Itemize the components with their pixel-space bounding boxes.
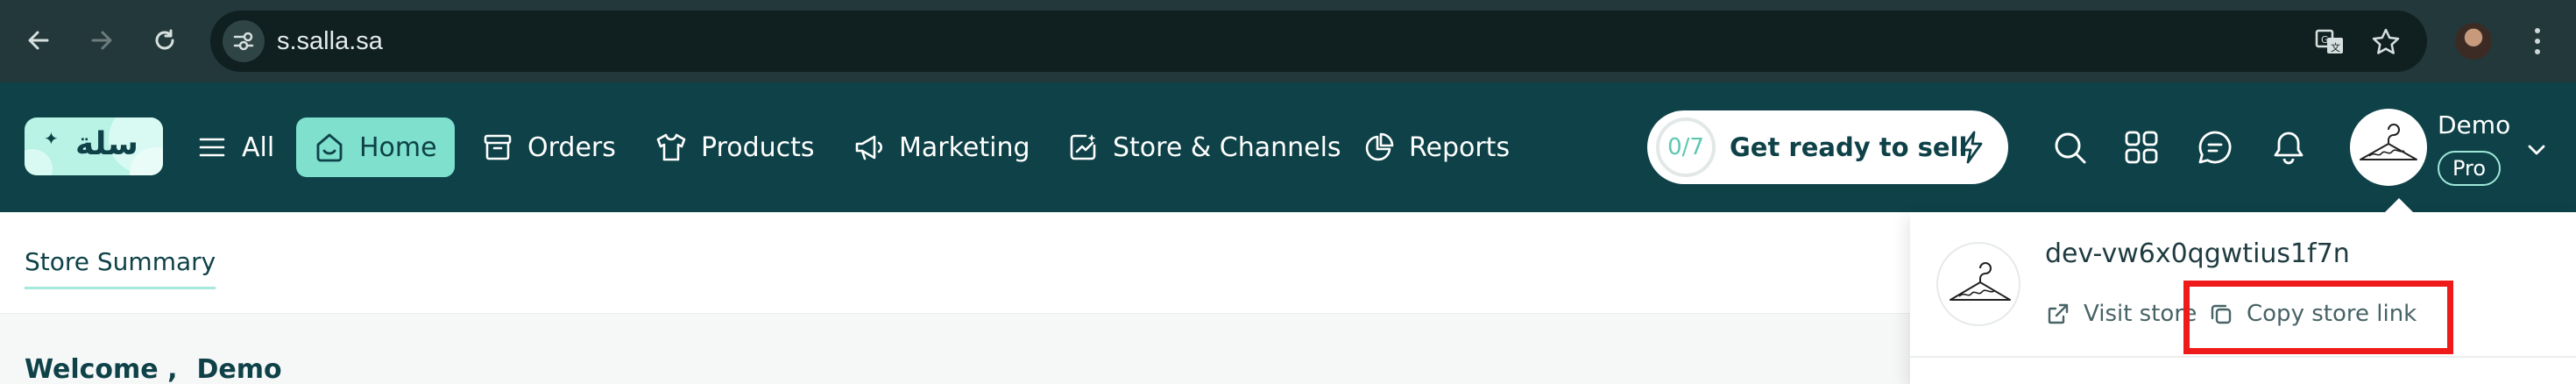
reload-icon[interactable]: [144, 19, 186, 61]
salla-logo[interactable]: ✦ سلة: [25, 117, 163, 175]
visit-store-label: Visit store: [2084, 301, 2197, 327]
store-name: dev-vw6x0qgwtius1f7n: [2045, 238, 2350, 269]
nav-store-channels[interactable]: Store & Channels: [1065, 117, 1341, 177]
hamburger-icon: [195, 130, 230, 165]
logo-text: سلة: [75, 126, 138, 162]
nav-reports[interactable]: Reports: [1362, 117, 1510, 177]
account-name[interactable]: Demo: [2438, 110, 2510, 139]
welcome-user-name: Demo: [196, 354, 282, 384]
store-logo: [1936, 242, 2020, 326]
setup-progress-ring: 0/7: [1656, 117, 1716, 177]
sparkle-icon: ✦: [44, 130, 59, 149]
get-ready-to-sell-button[interactable]: 0/7 Get ready to sell: [1647, 110, 2008, 184]
bookmark-star-icon[interactable]: [2371, 27, 2401, 57]
store-channels-icon: [1065, 130, 1100, 165]
forward-arrow-icon[interactable]: [81, 19, 123, 61]
store-avatar[interactable]: [2350, 109, 2427, 186]
pie-chart-icon: [1362, 130, 1397, 165]
address-bar[interactable]: s.salla.sa G文: [210, 11, 2427, 72]
setup-progress-text: 0/7: [1667, 134, 1704, 160]
nav-marketing-label: Marketing: [899, 132, 1030, 163]
kebab-menu-icon[interactable]: [2527, 21, 2548, 61]
home-icon: [312, 130, 347, 165]
chevron-down-icon[interactable]: [2523, 137, 2550, 163]
nav-all-label: All: [242, 132, 275, 163]
nav-all[interactable]: All: [195, 117, 274, 177]
profile-avatar[interactable]: [2455, 23, 2492, 60]
svg-text:文: 文: [2331, 41, 2340, 53]
external-link-icon: [2045, 301, 2071, 327]
nav-orders-label: Orders: [527, 132, 616, 163]
svg-text:G: G: [2321, 34, 2329, 46]
dropdown-pointer: [2385, 198, 2413, 212]
lightning-bolt-icon: [1960, 131, 1983, 164]
get-ready-label: Get ready to sell: [1730, 132, 1968, 162]
browser-toolbar: s.salla.sa G文: [0, 0, 2576, 82]
bell-icon[interactable]: [2268, 126, 2310, 168]
apps-grid-icon[interactable]: [2120, 126, 2162, 168]
nav-orders[interactable]: Orders: [480, 117, 616, 177]
archive-box-icon: [480, 130, 515, 165]
hanger-logo-icon: [1950, 262, 2011, 301]
plan-badge: Pro: [2438, 151, 2501, 186]
nav-home[interactable]: Home: [296, 117, 455, 177]
highlight-annotation: [2183, 281, 2453, 354]
tab-store-summary[interactable]: Store Summary: [25, 247, 216, 289]
nav-products-label: Products: [701, 132, 815, 163]
welcome-text: Welcome ,: [25, 354, 178, 384]
nav-reports-label: Reports: [1409, 132, 1511, 163]
search-icon[interactable]: [2049, 126, 2091, 168]
visit-store-link[interactable]: Visit store: [2045, 296, 2197, 331]
welcome-heading: Welcome , Demo: [25, 354, 301, 384]
chat-icon[interactable]: [2194, 126, 2236, 168]
url-text[interactable]: s.salla.sa: [277, 11, 383, 72]
nav-products[interactable]: Products: [654, 117, 815, 177]
nav-store-channels-label: Store & Channels: [1113, 132, 1341, 163]
back-arrow-icon[interactable]: [18, 19, 60, 61]
dropdown-divider: [1910, 356, 2576, 358]
translate-icon[interactable]: G文: [2315, 27, 2345, 57]
hanger-logo-icon: [2360, 124, 2417, 160]
tshirt-icon: [654, 130, 689, 165]
app-header: ✦ سلة All Home Orders Products Marketing: [0, 82, 2576, 212]
nav-marketing[interactable]: Marketing: [852, 117, 1030, 177]
nav-home-label: Home: [359, 132, 437, 163]
site-settings-icon[interactable]: [223, 20, 265, 62]
megaphone-icon: [852, 130, 887, 165]
